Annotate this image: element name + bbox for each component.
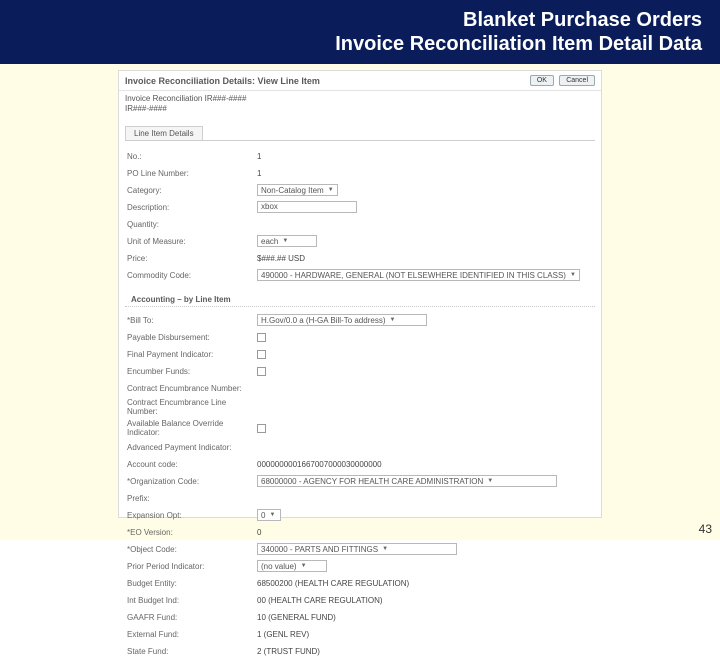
tab-line-item-details[interactable]: Line Item Details: [125, 126, 203, 140]
identity-line1: Invoice Reconciliation IR###-####: [125, 94, 595, 104]
description-input[interactable]: xbox: [257, 201, 357, 213]
int-budget-ind-value: 00 (HEALTH CARE REGULATION): [257, 596, 383, 605]
chevron-down-icon: ▼: [487, 478, 493, 484]
prior-period-indicator-select[interactable]: (no value)▼: [257, 560, 327, 572]
chevron-down-icon: ▼: [269, 512, 275, 518]
no-label: No.:: [127, 152, 257, 161]
quantity-label: Quantity:: [127, 220, 257, 229]
final-payment-indicator-label: Final Payment Indicator:: [127, 350, 257, 359]
commodity-code-label: Commodity Code:: [127, 271, 257, 280]
title-band: Blanket Purchase Orders Invoice Reconcil…: [0, 0, 720, 64]
final-payment-indicator-checkbox[interactable]: [257, 350, 266, 359]
po-line-number-label: PO Line Number:: [127, 169, 257, 178]
chevron-down-icon: ▼: [389, 317, 395, 323]
screenshot-panel: Invoice Reconciliation Details: View Lin…: [118, 70, 602, 518]
available-balance-override-checkbox[interactable]: [257, 424, 266, 433]
commodity-code-select[interactable]: 490000 - HARDWARE, GENERAL (NOT ELSEWHER…: [257, 269, 580, 281]
eo-version-value: 0: [257, 528, 261, 537]
slide-title-line1: Blanket Purchase Orders: [463, 8, 702, 32]
page-number: 43: [699, 522, 712, 536]
category-label: Category:: [127, 186, 257, 195]
category-select[interactable]: Non-Catalog Item▼: [257, 184, 338, 196]
contract-encumbrance-line-number-label: Contract Encumbrance Line Number:: [127, 398, 257, 416]
slide-title-line2: Invoice Reconciliation Item Detail Data: [335, 32, 702, 56]
chevron-down-icon: ▼: [570, 272, 576, 278]
organization-code-label: *Organization Code:: [127, 477, 257, 486]
object-code-select[interactable]: 340000 - PARTS AND FITTINGS▼: [257, 543, 457, 555]
prefix-label: Prefix:: [127, 494, 257, 503]
encumber-funds-label: Encumber Funds:: [127, 367, 257, 376]
price-label: Price:: [127, 254, 257, 263]
po-line-number-value: 1: [257, 169, 261, 178]
account-code-value: 0000000001667007000030000000: [257, 460, 382, 469]
available-balance-override-indicator-label: Available Balance Override Indicator:: [127, 419, 257, 437]
accounting-section-heading: Accounting – by Line Item: [125, 293, 595, 307]
expansion-opt-label: Expansion Opt:: [127, 511, 257, 520]
int-budget-ind-label: Int Budget Ind:: [127, 596, 257, 605]
price-value: $###.## USD: [257, 254, 305, 263]
state-fund-label: State Fund:: [127, 647, 257, 656]
external-fund-value: 1 (GENL REV): [257, 630, 309, 639]
no-value: 1: [257, 152, 261, 161]
prior-period-indicator-label: Prior Period Indicator:: [127, 562, 257, 571]
state-fund-value: 2 (TRUST FUND): [257, 647, 320, 656]
gaafr-fund-label: GAAFR Fund:: [127, 613, 257, 622]
bill-to-select[interactable]: H.Gov/0.0 a (H-GA Bill-To address)▼: [257, 314, 427, 326]
budget-entity-value: 68500200 (HEALTH CARE REGULATION): [257, 579, 409, 588]
contract-encumbrance-number-label: Contract Encumbrance Number:: [127, 384, 257, 393]
identity-line2: IR###-####: [125, 104, 595, 114]
organization-code-select[interactable]: 68000000 - AGENCY FOR HEALTH CARE ADMINI…: [257, 475, 557, 487]
payable-disbursement-checkbox[interactable]: [257, 333, 266, 342]
cancel-button[interactable]: Cancel: [559, 75, 595, 86]
expansion-opt-select[interactable]: 0▼: [257, 509, 281, 521]
account-code-label: Account code:: [127, 460, 257, 469]
panel-header: Invoice Reconciliation Details: View Lin…: [125, 76, 320, 86]
encumber-funds-checkbox[interactable]: [257, 367, 266, 376]
ok-button[interactable]: OK: [530, 75, 554, 86]
external-fund-label: External Fund:: [127, 630, 257, 639]
payable-disbursement-label: Payable Disbursement:: [127, 333, 257, 342]
advanced-payment-indicator-label: Advanced Payment Indicator:: [127, 443, 257, 452]
object-code-label: *Object Code:: [127, 545, 257, 554]
unit-of-measure-select[interactable]: each▼: [257, 235, 317, 247]
chevron-down-icon: ▼: [328, 187, 334, 193]
gaafr-fund-value: 10 (GENERAL FUND): [257, 613, 336, 622]
unit-of-measure-label: Unit of Measure:: [127, 237, 257, 246]
chevron-down-icon: ▼: [301, 563, 307, 569]
chevron-down-icon: ▼: [382, 546, 388, 552]
budget-entity-label: Budget Entity:: [127, 579, 257, 588]
description-label: Description:: [127, 203, 257, 212]
bill-to-label: *Bill To:: [127, 316, 257, 325]
chevron-down-icon: ▼: [282, 238, 288, 244]
eo-version-label: *EO Version:: [127, 528, 257, 537]
